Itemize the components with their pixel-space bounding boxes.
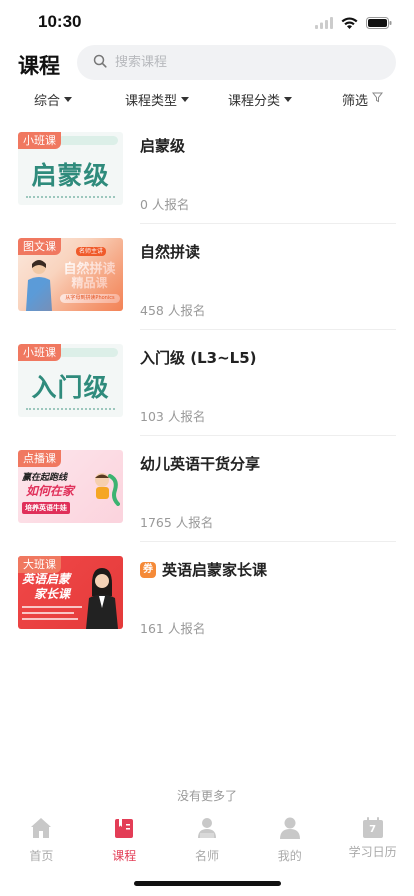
course-item[interactable]: 大班课 英语启蒙 家长课 券 英语启蒙家长课 161 人报名 bbox=[0, 542, 414, 648]
thumb-decor bbox=[22, 606, 82, 620]
enroll-count: 103 人报名 bbox=[140, 409, 206, 424]
course-type-tag: 大班课 bbox=[18, 556, 61, 573]
thumb-decor bbox=[58, 136, 118, 145]
course-type-tag: 图文课 bbox=[18, 238, 61, 255]
tab-bar: 首页 课程 名师 我的 7 学习日历 bbox=[0, 816, 414, 866]
thumb-decor bbox=[26, 408, 115, 411]
filter-label: 筛选 bbox=[342, 94, 369, 109]
course-type-tag: 点播课 bbox=[18, 450, 61, 467]
course-thumbnail: 大班课 英语启蒙 家长课 bbox=[18, 556, 123, 629]
home-icon bbox=[29, 816, 53, 844]
child-figure bbox=[88, 470, 120, 506]
filter-overall[interactable]: 综合 bbox=[34, 90, 73, 109]
course-title: 幼儿英语干货分享 bbox=[140, 455, 261, 473]
course-item[interactable]: 小班课 入门级 入门级 (L3~L5) 103 人报名 bbox=[0, 330, 414, 436]
teacher-figure bbox=[22, 256, 56, 311]
search-bar[interactable] bbox=[77, 45, 396, 80]
tab-label: 首页 bbox=[29, 849, 54, 863]
thumb-text: 精品课 bbox=[71, 276, 108, 290]
status-bar: 10:30 bbox=[0, 0, 414, 44]
course-thumbnail: 点播课 赢在起跑线 如何在家 培养英语牛娃 bbox=[18, 450, 123, 523]
course-title: 券 英语启蒙家长课 bbox=[140, 559, 267, 580]
course-thumbnail: 小班课 入门级 bbox=[18, 344, 123, 417]
tab-label: 课程 bbox=[112, 849, 137, 863]
coupon-icon: 券 bbox=[140, 561, 156, 578]
status-time: 10:30 bbox=[38, 12, 82, 31]
thumb-decor bbox=[58, 348, 118, 357]
course-thumbnail: 图文课 名师主讲 自然拼读 精品课 从字母到拼读Phonics bbox=[18, 238, 123, 311]
search-input[interactable] bbox=[115, 55, 355, 70]
course-title: 入门级 (L3~L5) bbox=[140, 349, 257, 367]
tab-label: 我的 bbox=[277, 849, 302, 863]
tab-course[interactable]: 课程 bbox=[83, 816, 166, 866]
thumb-subtitle: 从字母到拼读Phonics bbox=[60, 294, 120, 303]
home-indicator bbox=[134, 881, 281, 886]
battery-icon bbox=[366, 14, 392, 33]
filter-screen[interactable]: 筛选 bbox=[342, 90, 384, 109]
wifi-icon bbox=[341, 14, 358, 33]
course-book-icon bbox=[112, 816, 136, 844]
course-title: 自然拼读 bbox=[140, 243, 201, 261]
thumb-text: 培养英语牛娃 bbox=[22, 502, 70, 514]
calendar-date: 7 bbox=[369, 824, 377, 835]
filter-label: 课程分类 bbox=[228, 94, 281, 109]
course-list: 小班课 启蒙级 启蒙级 0 人报名 图文课 名师主讲 自然拼读 精品课 从字母到… bbox=[0, 118, 414, 648]
enroll-count: 1765 人报名 bbox=[140, 515, 214, 530]
course-title: 启蒙级 bbox=[140, 137, 186, 155]
tab-home[interactable]: 首页 bbox=[0, 816, 83, 866]
thumb-decor bbox=[26, 196, 115, 199]
teacher-icon bbox=[195, 816, 219, 844]
thumb-badge: 名师主讲 bbox=[76, 247, 107, 256]
filter-course-type[interactable]: 课程类型 bbox=[125, 90, 190, 109]
tab-teacher[interactable]: 名师 bbox=[166, 816, 249, 866]
thumb-text: 启蒙级 bbox=[31, 161, 110, 190]
course-item[interactable]: 点播课 赢在起跑线 如何在家 培养英语牛娃 幼儿英语干货分享 1765 人报名 bbox=[0, 436, 414, 542]
profile-icon bbox=[278, 816, 302, 844]
funnel-icon bbox=[371, 92, 384, 107]
enroll-count: 161 人报名 bbox=[140, 621, 206, 636]
tab-label: 名师 bbox=[194, 849, 219, 863]
caret-down-icon bbox=[181, 97, 190, 102]
course-type-tag: 小班课 bbox=[18, 132, 61, 149]
filter-course-category[interactable]: 课程分类 bbox=[228, 90, 293, 109]
calendar-icon: 7 bbox=[361, 816, 385, 840]
course-type-tag: 小班课 bbox=[18, 344, 61, 361]
tab-profile[interactable]: 我的 bbox=[248, 816, 331, 866]
course-item[interactable]: 图文课 名师主讲 自然拼读 精品课 从字母到拼读Phonics 自然拼读 458… bbox=[0, 224, 414, 330]
filter-bar: 综合 课程类型 课程分类 筛选 bbox=[0, 88, 414, 112]
search-icon bbox=[93, 53, 107, 72]
page-header: 课程 bbox=[0, 44, 414, 84]
enroll-count: 458 人报名 bbox=[140, 303, 206, 318]
no-more-text: 没有更多了 bbox=[176, 789, 237, 803]
caret-down-icon bbox=[64, 97, 73, 102]
thumb-text: 入门级 bbox=[31, 373, 110, 402]
course-thumbnail: 小班课 启蒙级 bbox=[18, 132, 123, 205]
filter-label: 课程类型 bbox=[125, 94, 178, 109]
tab-label: 学习日历 bbox=[348, 845, 397, 859]
signal-icon bbox=[315, 14, 333, 33]
filter-label: 综合 bbox=[34, 94, 61, 109]
tab-calendar[interactable]: 7 学习日历 bbox=[331, 816, 414, 866]
thumb-text: 如何在家 bbox=[26, 484, 75, 498]
caret-down-icon bbox=[284, 97, 293, 102]
thumb-text: 家长课 bbox=[34, 587, 71, 601]
enroll-count: 0 人报名 bbox=[140, 197, 190, 212]
course-item[interactable]: 小班课 启蒙级 启蒙级 0 人报名 bbox=[0, 118, 414, 224]
page-title: 课程 bbox=[18, 54, 60, 78]
teacher-figure bbox=[84, 566, 120, 629]
